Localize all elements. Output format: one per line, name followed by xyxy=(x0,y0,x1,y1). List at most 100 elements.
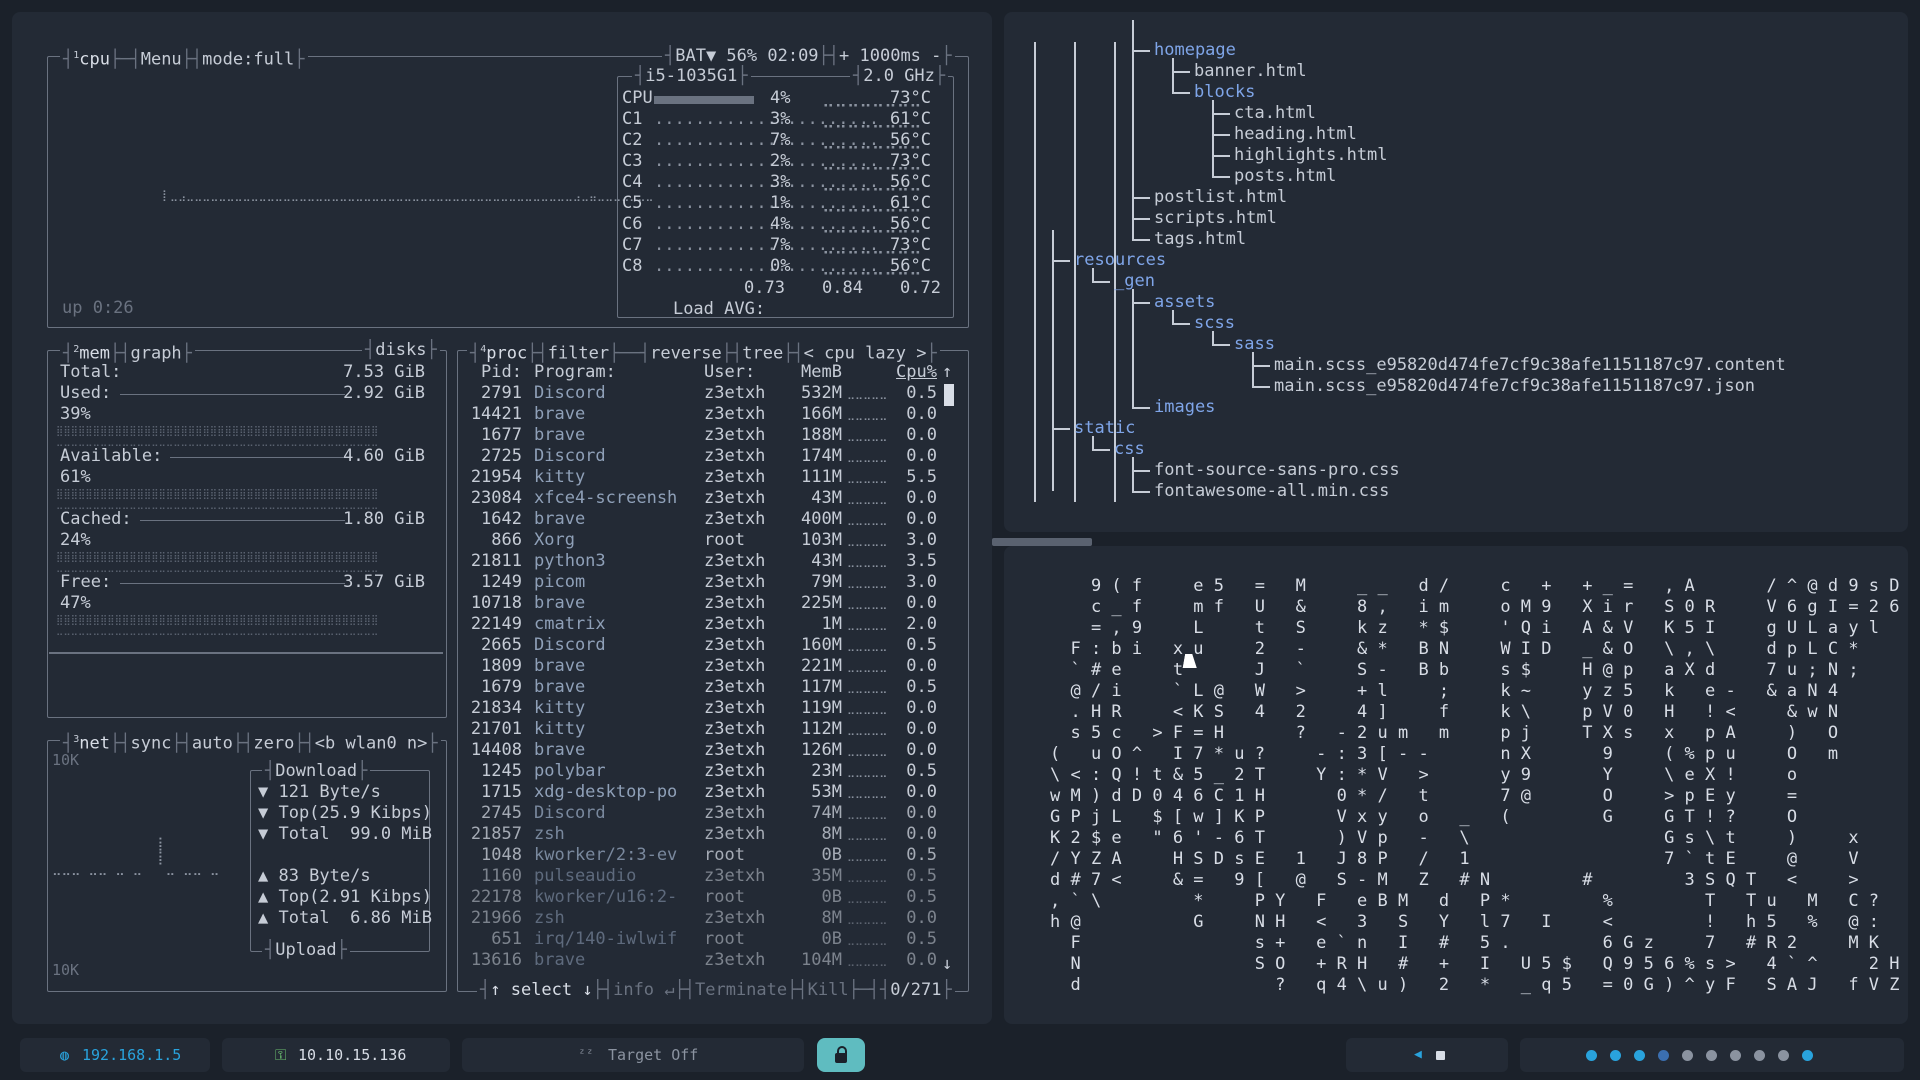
workspace-dot[interactable] xyxy=(1778,1050,1789,1061)
status-target[interactable]: ᶻᶻ Target Off xyxy=(462,1038,804,1072)
proc-row[interactable]: 13616 brave z3etxh 104M 0.0 ⣀⣀⣀⣀⣀ xyxy=(462,950,962,971)
proc-row[interactable]: 21966 zsh z3etxh 8M 0.0 ⣀⣀⣀⣀⣀ xyxy=(462,908,962,929)
tree-file[interactable]: heading.html xyxy=(1234,124,1357,145)
workspace-dot[interactable] xyxy=(1754,1050,1765,1061)
proc-row[interactable]: 1160 pulseaudio z3etxh 35M 0.5 ⣀⣀⣀⣀⣀ xyxy=(462,866,962,887)
scroll-down-icon[interactable]: ↓ xyxy=(942,954,952,975)
workspace-dot[interactable] xyxy=(1802,1050,1813,1061)
volume-icon[interactable]: ◀ xyxy=(1414,1038,1422,1072)
proc-row[interactable]: 21834 kitty z3etxh 119M 0.0 ⣀⣀⣀⣀⣀ xyxy=(462,698,962,719)
mode-toggle[interactable]: mode:full xyxy=(202,50,294,70)
net-zero-toggle[interactable]: zero xyxy=(253,734,294,754)
proc-row[interactable]: 2725 Discord z3etxh 174M 0.0 ⣀⣀⣀⣀⣀ xyxy=(462,446,962,467)
workspace-dot[interactable] xyxy=(1586,1050,1597,1061)
proc-row[interactable]: 866 Xorg root 103M 3.0 ⣀⣀⣀⣀⣀ xyxy=(462,530,962,551)
matrix-line: 9 ( f e 5 = M _ _ d / c + + _ = , A / ^ … xyxy=(1050,576,1900,596)
status-ip-local[interactable]: ◍ 192.168.1.5 xyxy=(20,1038,210,1072)
tree-file[interactable]: posts.html xyxy=(1234,166,1336,187)
net-box-title[interactable]: ┤3net├┤sync├┤auto├┤zero├┤<b wlan0 n>├ xyxy=(60,730,441,754)
proc-row[interactable]: 23084 xfce4-screensh z3etxh 43M 0.0 ⣀⣀⣀⣀⣀ xyxy=(462,488,962,509)
tree-folder[interactable]: css xyxy=(1114,439,1145,460)
proc-row[interactable]: 1245 polybar z3etxh 23M 0.5 ⣀⣀⣀⣀⣀ xyxy=(462,761,962,782)
tree-file[interactable]: font-source-sans-pro.css xyxy=(1154,460,1400,481)
proc-row[interactable]: 22178 kworker/u16:2- root 0B 0.5 ⣀⣀⣀⣀⣀ xyxy=(462,887,962,908)
tree-file[interactable]: main.scss_e95820d474fe7cf9c38afe1151187c… xyxy=(1274,355,1786,376)
tree-file[interactable]: tags.html xyxy=(1154,229,1246,250)
proc-select-button[interactable]: ↑ select ↓ xyxy=(490,980,592,1000)
tree-folder[interactable]: _gen xyxy=(1114,271,1155,292)
tree-folder[interactable]: sass xyxy=(1234,334,1275,355)
proc-row[interactable]: 10718 brave z3etxh 225M 0.0 ⣀⣀⣀⣀⣀ xyxy=(462,593,962,614)
proc-row[interactable]: 21857 zsh z3etxh 8M 0.0 ⣀⣀⣀⣀⣀ xyxy=(462,824,962,845)
workspace-dot[interactable] xyxy=(1634,1050,1645,1061)
tree-folder[interactable]: assets xyxy=(1154,292,1215,313)
tree-folder[interactable]: homepage xyxy=(1154,40,1236,61)
proc-sort-selector[interactable]: < cpu lazy > xyxy=(804,344,927,364)
cpu-box-title[interactable]: ┤1cpu├─┤Menu├┤mode:full├ xyxy=(60,46,308,70)
tree-folder[interactable]: blocks xyxy=(1194,82,1255,103)
proc-row[interactable]: 1679 brave z3etxh 117M 0.5 ⣀⣀⣀⣀⣀ xyxy=(462,677,962,698)
tree-file[interactable]: postlist.html xyxy=(1154,187,1287,208)
proc-row[interactable]: 2665 Discord z3etxh 160M 0.5 ⣀⣀⣀⣀⣀ xyxy=(462,635,962,656)
proc-info-button[interactable]: info ↵ xyxy=(613,980,674,1000)
proc-row[interactable]: 1809 brave z3etxh 221M 0.0 ⣀⣀⣀⣀⣀ xyxy=(462,656,962,677)
tree-file[interactable]: scripts.html xyxy=(1154,208,1277,229)
proc-terminate-button[interactable]: Terminate xyxy=(695,980,787,1000)
proc-box-title[interactable]: ┤4proc├┤filter├──┤reverse├┤tree├┤< cpu l… xyxy=(467,340,940,364)
net-sync-toggle[interactable]: sync xyxy=(130,734,171,754)
proc-tree-toggle[interactable]: tree xyxy=(742,344,783,364)
workspace-dot[interactable] xyxy=(1610,1050,1621,1061)
proc-row[interactable]: 2791 Discord z3etxh 532M 0.5 ⣀⣀⣀⣀⣀ xyxy=(462,383,962,404)
workspace-dot[interactable] xyxy=(1730,1050,1741,1061)
proc-row[interactable]: 2745 Discord z3etxh 74M 0.0 ⣀⣀⣀⣀⣀ xyxy=(462,803,962,824)
tree-file[interactable]: cta.html xyxy=(1234,103,1316,124)
proc-kill-button[interactable]: Kill xyxy=(808,980,849,1000)
proc-row[interactable]: 22149 cmatrix z3etxh 1M 2.0 ⣀⣀⣀⣀⣀ xyxy=(462,614,962,635)
proc-scrollbar[interactable] xyxy=(944,384,954,406)
tree-file[interactable]: banner.html xyxy=(1194,61,1307,82)
proc-header-cpu[interactable]: Cpu% xyxy=(892,362,937,383)
menu-button[interactable]: Menu xyxy=(141,50,182,70)
proc-row[interactable]: 14421 brave z3etxh 166M 0.0 ⣀⣀⣀⣀⣀ xyxy=(462,404,962,425)
proc-row[interactable]: 1677 brave z3etxh 188M 0.0 ⣀⣀⣀⣀⣀ xyxy=(462,425,962,446)
lock-button[interactable] xyxy=(817,1038,865,1072)
mem-avail-graph: ⣿⣿⣿⣿⣿⣿⣿⣿⣿⣿⣿⣿⣿⣿⣿⣿⣿⣿⣿⣿⣿⣿⣿⣿⣿⣿⣿⣿⣿⣿⣿⣿⣿⣿⣿⣿⣿⣿⣿⣿… xyxy=(56,489,379,510)
scroll-up-icon[interactable]: ↑ xyxy=(942,362,952,383)
proc-header-mem[interactable]: MemB xyxy=(794,362,842,383)
mem-graph-toggle[interactable]: graph xyxy=(130,344,181,364)
mem-box-title[interactable]: ┤2mem├┤graph├ xyxy=(60,340,195,364)
proc-row[interactable]: 1249 picom z3etxh 79M 3.0 ⣀⣀⣀⣀⣀ xyxy=(462,572,962,593)
tree-file[interactable]: main.scss_e95820d474fe7cf9c38afe1151187c… xyxy=(1274,376,1755,397)
tree-folder[interactable]: images xyxy=(1154,397,1215,418)
workspace-dot[interactable] xyxy=(1658,1050,1669,1061)
status-audio[interactable]: ◀ xyxy=(1346,1038,1508,1072)
matrix-line: / Y Z A H S D s E 1 J 8 P / 1 7 ` t E @ … xyxy=(1050,849,1859,869)
interval-control[interactable]: + 1000ms - xyxy=(839,46,941,66)
proc-row[interactable]: 651 irq/140-iwlwif root 0B 0.5 ⣀⣀⣀⣀⣀ xyxy=(462,929,962,950)
tree-folder[interactable]: static xyxy=(1074,418,1135,439)
tree-file[interactable]: highlights.html xyxy=(1234,145,1388,166)
proc-row[interactable]: 1715 xdg-desktop-po z3etxh 53M 0.0 ⣀⣀⣀⣀⣀ xyxy=(462,782,962,803)
proc-row[interactable]: 1048 kworker/2:3-ev root 0B 0.5 ⣀⣀⣀⣀⣀ xyxy=(462,845,962,866)
proc-header-pid[interactable]: Pid: xyxy=(462,362,522,383)
net-auto-toggle[interactable]: auto xyxy=(192,734,233,754)
workspace-dot[interactable] xyxy=(1706,1050,1717,1061)
tree-folder[interactable]: resources xyxy=(1074,250,1166,271)
proc-reverse-toggle[interactable]: reverse xyxy=(650,344,722,364)
proc-row[interactable]: 14408 brave z3etxh 126M 0.0 ⣀⣀⣀⣀⣀ xyxy=(462,740,962,761)
net-interface-selector[interactable]: <b wlan0 n> xyxy=(315,734,428,754)
proc-header-program[interactable]: Program: xyxy=(534,362,616,383)
proc-filter-button[interactable]: filter xyxy=(548,344,609,364)
status-ip-vpn[interactable]: ⚿ 10.10.15.136 xyxy=(222,1038,450,1072)
proc-row[interactable]: 1642 brave z3etxh 400M 0.0 ⣀⣀⣀⣀⣀ xyxy=(462,509,962,530)
proc-cell-program: brave xyxy=(534,425,586,445)
tree-folder[interactable]: scss xyxy=(1194,313,1235,334)
proc-row[interactable]: 21811 python3 z3etxh 43M 3.5 ⣀⣀⣀⣀⣀ xyxy=(462,551,962,572)
tree-file[interactable]: fontawesome-all.min.css xyxy=(1154,481,1389,502)
proc-row[interactable]: 21954 kitty z3etxh 111M 5.5 ⣀⣀⣀⣀⣀ xyxy=(462,467,962,488)
proc-row[interactable]: 21701 kitty z3etxh 112M 0.0 ⣀⣀⣀⣀⣀ xyxy=(462,719,962,740)
proc-cell-mem: 119M xyxy=(801,698,842,718)
proc-header-user[interactable]: User: xyxy=(704,362,755,383)
disks-toggle[interactable]: ┤disks├ xyxy=(362,340,440,360)
workspace-dot[interactable] xyxy=(1682,1050,1693,1061)
